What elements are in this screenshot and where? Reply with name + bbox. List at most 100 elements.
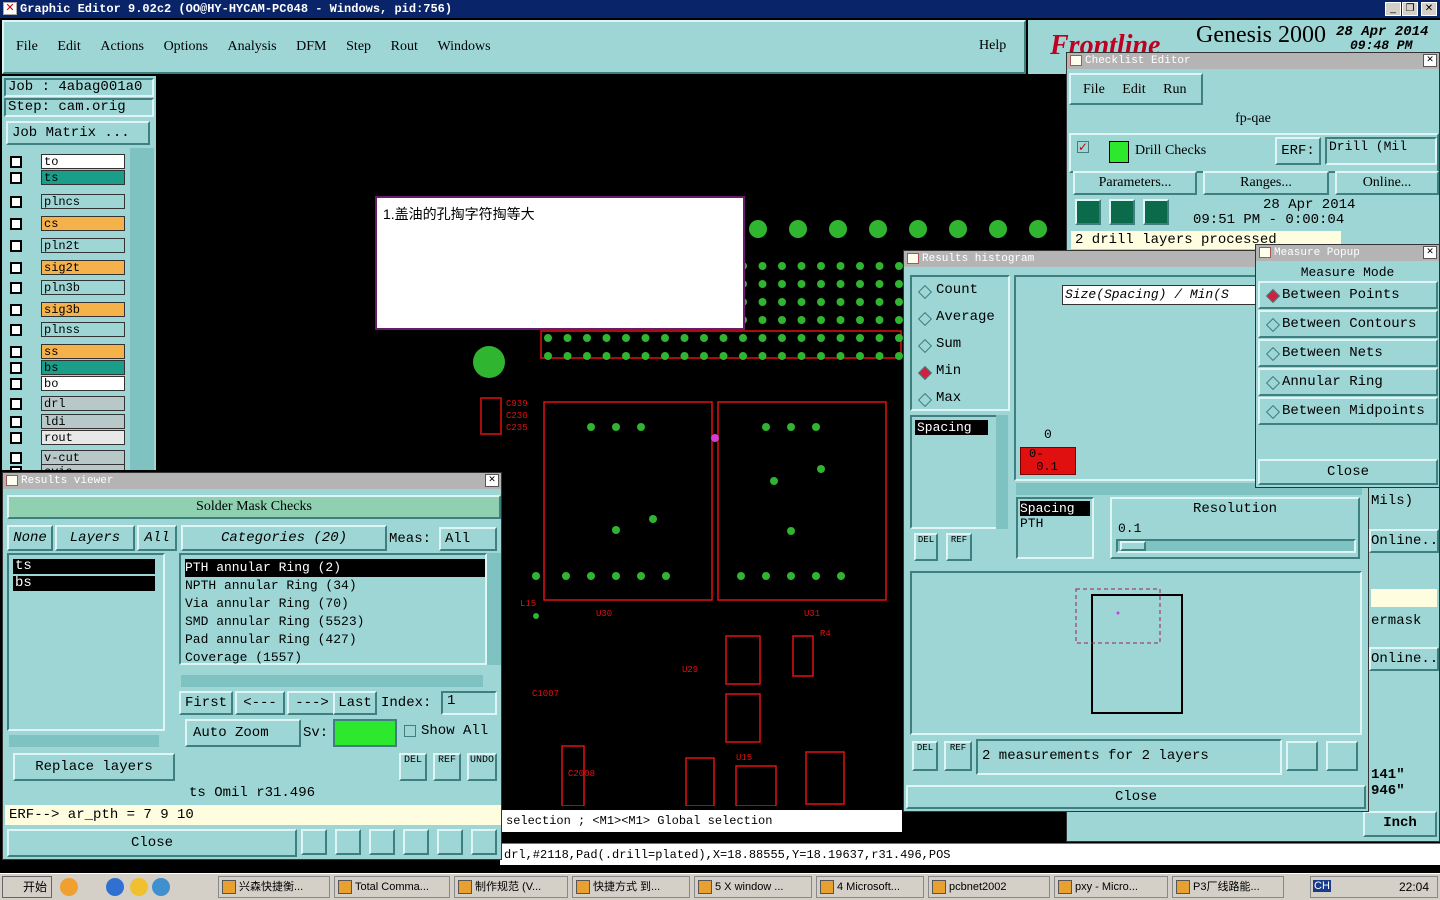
- first-button[interactable]: First: [179, 691, 233, 715]
- layer-results-list[interactable]: ts bs: [7, 553, 165, 731]
- taskbar-item[interactable]: 快捷方式 到...: [572, 876, 690, 898]
- hist-ref-button-2[interactable]: REF: [944, 741, 972, 771]
- selected-spacing[interactable]: Spacing: [1020, 501, 1090, 516]
- layer-name[interactable]: sig3b: [41, 302, 125, 317]
- mode-radio[interactable]: [917, 284, 933, 300]
- layer-name[interactable]: ts: [41, 170, 125, 185]
- mode-label[interactable]: Min: [936, 363, 961, 379]
- layer-row[interactable]: to: [8, 154, 126, 170]
- index-input[interactable]: 1: [441, 691, 497, 715]
- measure-close-button[interactable]: Close: [1258, 459, 1438, 485]
- menu-rout[interactable]: Rout: [391, 39, 418, 54]
- result-layer-bs[interactable]: bs: [13, 576, 155, 591]
- ranges-button[interactable]: Ranges...: [1203, 171, 1329, 195]
- layer-name[interactable]: ldi: [41, 414, 125, 429]
- layer-row[interactable]: cs: [8, 216, 126, 232]
- layer-checkbox[interactable]: [10, 452, 22, 464]
- spacing-list[interactable]: Spacing: [910, 415, 1002, 529]
- selection-list[interactable]: Spacing PTH: [1016, 497, 1094, 559]
- graph-icon[interactable]: [1286, 741, 1318, 771]
- result-layer-ts[interactable]: ts: [13, 559, 155, 574]
- menu-edit[interactable]: Edit: [57, 39, 80, 54]
- taskbar-item[interactable]: Total Comma...: [334, 876, 450, 898]
- layer-row[interactable]: ts: [8, 170, 126, 186]
- histogram-close-button[interactable]: Close: [906, 785, 1366, 809]
- menu-step[interactable]: Step: [346, 39, 371, 54]
- measure-option[interactable]: Between Nets: [1258, 339, 1438, 367]
- mode-label[interactable]: Average: [936, 309, 995, 325]
- mode-radio[interactable]: [917, 311, 933, 327]
- taskbar-item[interactable]: 制作规范 (V...: [454, 876, 568, 898]
- ref-button[interactable]: REF: [433, 753, 461, 781]
- hist-ref-button[interactable]: REF: [946, 533, 972, 561]
- layer-row[interactable]: sig3b: [8, 302, 126, 318]
- mode-label[interactable]: Count: [936, 282, 978, 298]
- layer-row[interactable]: drl: [8, 396, 126, 412]
- layer-checkbox[interactable]: [10, 378, 22, 390]
- taskbar-item[interactable]: pxy - Micro...: [1054, 876, 1168, 898]
- stop-icon[interactable]: [1143, 199, 1169, 225]
- categories-button[interactable]: Categories (20): [181, 525, 387, 551]
- erf-button[interactable]: ERF:: [1275, 137, 1321, 165]
- measure-radio[interactable]: [1265, 404, 1281, 420]
- checklist-menu-edit[interactable]: Edit: [1122, 82, 1145, 97]
- hist-del-button-2[interactable]: DEL: [912, 741, 938, 771]
- layer-row[interactable]: pln3b: [8, 280, 126, 296]
- prev-button[interactable]: <---: [235, 691, 285, 715]
- mode-radio[interactable]: [917, 365, 933, 381]
- graph-export-icon[interactable]: [1326, 741, 1358, 771]
- close-icon[interactable]: ✕: [1423, 54, 1437, 67]
- layer-name[interactable]: cs: [41, 216, 125, 231]
- ruler-icon[interactable]: [301, 829, 327, 855]
- layer-scrollbar[interactable]: [130, 148, 154, 470]
- minimize-button[interactable]: _: [1385, 2, 1401, 16]
- mode-label[interactable]: Max: [936, 390, 961, 406]
- checklist-menu-run[interactable]: Run: [1163, 82, 1186, 97]
- category-item[interactable]: SMD annular Ring (5523): [185, 613, 485, 631]
- taskbar-item[interactable]: 兴森快捷衡...: [218, 876, 330, 898]
- hist-del-button[interactable]: DEL: [914, 533, 938, 561]
- layer-name[interactable]: rout: [41, 430, 125, 445]
- taskbar-item[interactable]: 4 Microsoft...: [816, 876, 924, 898]
- layer-name[interactable]: pln3b: [41, 280, 125, 295]
- close-icon[interactable]: ✕: [485, 474, 499, 487]
- category-item[interactable]: Coverage (1557): [185, 649, 485, 667]
- layer-row[interactable]: plnss: [8, 322, 126, 338]
- layer-row[interactable]: pln2t: [8, 238, 126, 254]
- layer-row[interactable]: sig2t: [8, 260, 126, 276]
- layer-name[interactable]: to: [41, 154, 125, 169]
- layer-name[interactable]: plncs: [41, 194, 125, 209]
- layer-row[interactable]: plncs: [8, 194, 126, 210]
- app-icon[interactable]: [130, 878, 148, 896]
- measure-radio[interactable]: [1265, 346, 1281, 362]
- menu-help[interactable]: Help: [979, 38, 1006, 54]
- replace-layers-button[interactable]: Replace layers: [13, 753, 175, 781]
- online-button[interactable]: Online...: [1335, 171, 1439, 195]
- all-button[interactable]: All: [137, 525, 177, 551]
- layer-name[interactable]: pln2t: [41, 238, 125, 253]
- measure-option[interactable]: Between Points: [1258, 281, 1438, 309]
- layer-checkbox[interactable]: [10, 346, 22, 358]
- mode-radio[interactable]: [917, 338, 933, 354]
- app-icon[interactable]: [152, 878, 170, 896]
- layer-row[interactable]: cvia: [8, 464, 126, 470]
- units-select[interactable]: Inch: [1363, 811, 1437, 837]
- show-all-checkbox[interactable]: [404, 725, 416, 737]
- selected-pth[interactable]: PTH: [1020, 516, 1090, 531]
- layer-checkbox[interactable]: [10, 324, 22, 336]
- category-hscroll[interactable]: [181, 675, 483, 687]
- checklist-menu-file[interactable]: File: [1083, 82, 1105, 97]
- layer-checkbox[interactable]: [10, 432, 22, 444]
- online-button-2[interactable]: Online...: [1369, 529, 1439, 553]
- menu-windows[interactable]: Windows: [438, 39, 491, 54]
- menu-analysis[interactable]: Analysis: [228, 39, 277, 54]
- category-item[interactable]: NPTH annular Ring (34): [185, 577, 485, 595]
- start-button[interactable]: 开始: [2, 876, 52, 898]
- maximize-button[interactable]: ❐: [1402, 2, 1418, 16]
- layer-checkbox[interactable]: [10, 240, 22, 252]
- del-button[interactable]: DEL: [399, 753, 427, 781]
- taskbar-item[interactable]: 5 X window ...: [694, 876, 812, 898]
- layer-checkbox[interactable]: [10, 262, 22, 274]
- category-vscroll[interactable]: [487, 553, 501, 665]
- menu-file[interactable]: File: [16, 39, 38, 54]
